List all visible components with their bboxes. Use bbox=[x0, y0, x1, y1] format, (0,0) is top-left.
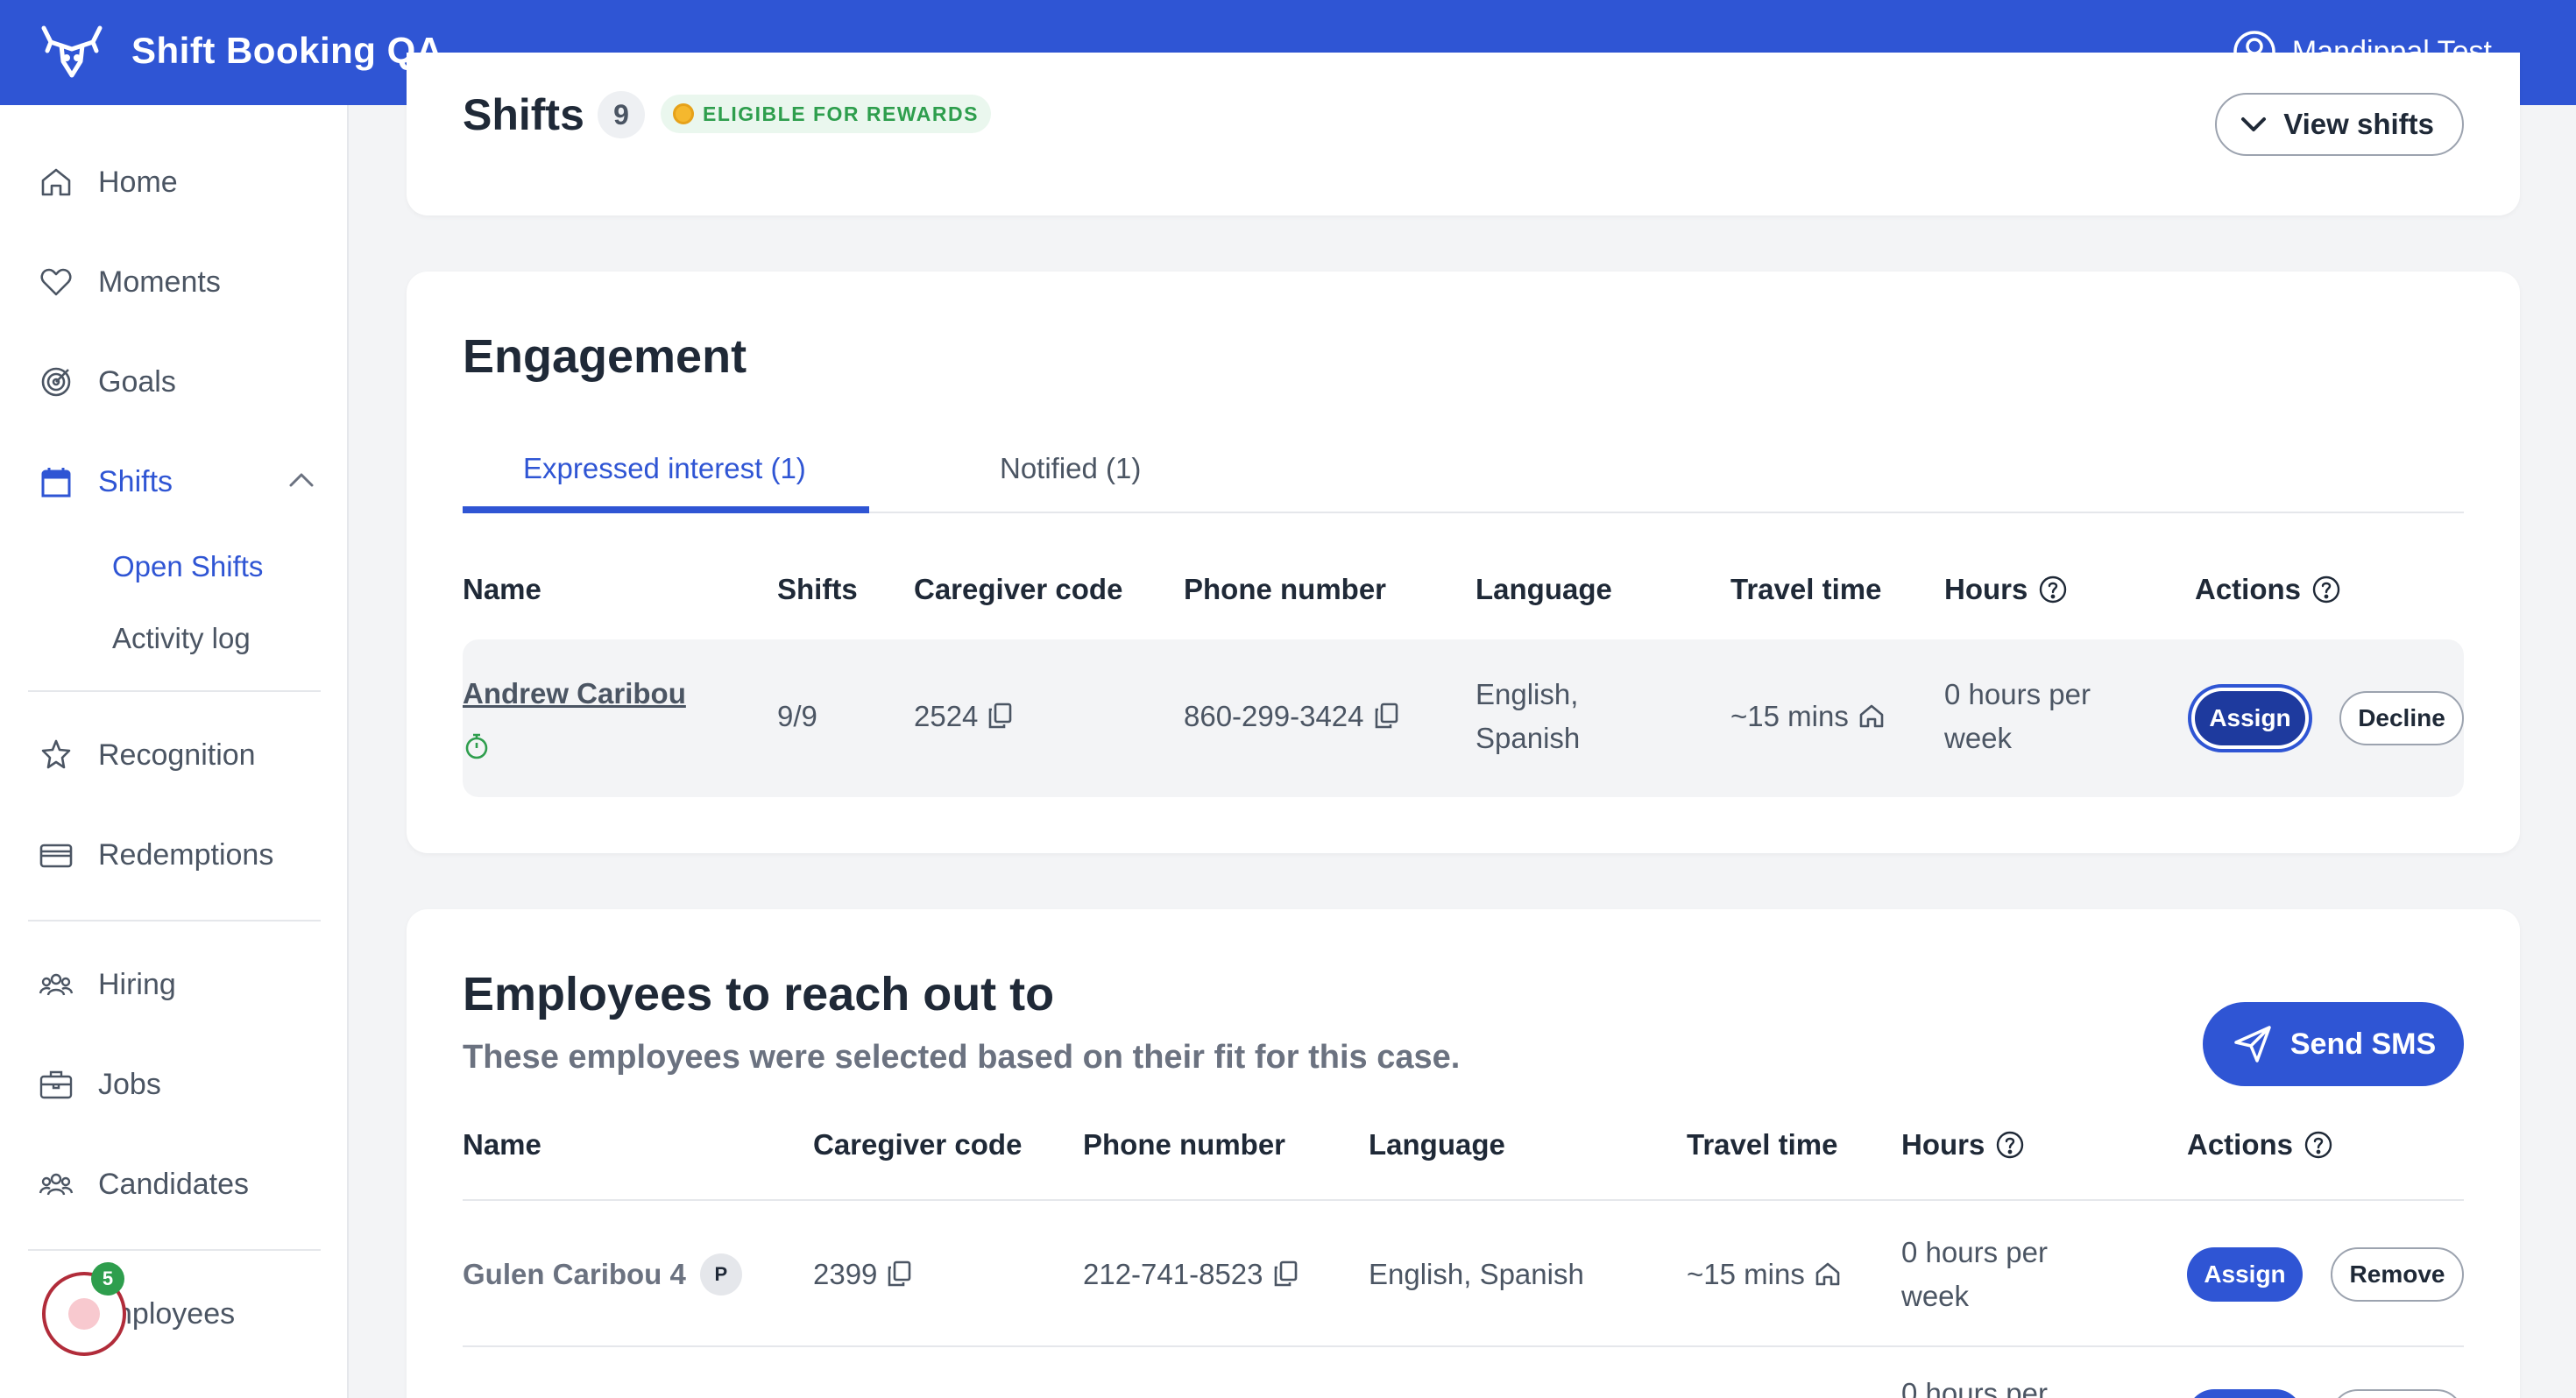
caregiver-code-cell: 2524 bbox=[914, 695, 1013, 738]
sidebar: Home Moments Goals Shifts Open Shifts Ac… bbox=[0, 105, 349, 1398]
sidebar-item-home[interactable]: Home bbox=[39, 156, 178, 208]
sidebar-item-shifts[interactable]: Shifts bbox=[39, 455, 173, 508]
chevron-down-icon bbox=[2241, 117, 2267, 131]
home-icon bbox=[1815, 1262, 1840, 1286]
column-header-travel-time: Travel time bbox=[1687, 1128, 1838, 1161]
column-header-travel-time: Travel time bbox=[1730, 573, 1882, 605]
travel-time-cell: ~15 mins bbox=[1687, 1253, 1842, 1296]
phone-cell: 212-741-8523 bbox=[1083, 1253, 1299, 1296]
sidebar-divider bbox=[28, 920, 321, 921]
shifts-count-badge: 9 bbox=[598, 91, 645, 138]
target-icon bbox=[41, 367, 71, 397]
sidebar-divider bbox=[28, 690, 321, 692]
reach-out-title: Employees to reach out to bbox=[463, 968, 1055, 1020]
copy-icon[interactable] bbox=[987, 702, 1013, 730]
sidebar-subitem-activity-log[interactable]: Activity log bbox=[112, 622, 251, 655]
reach-out-subtitle: These employees were selected based on t… bbox=[463, 1039, 1461, 1076]
column-header-phone: Phone number bbox=[1083, 1128, 1286, 1161]
people-icon bbox=[39, 973, 74, 996]
column-header-phone: Phone number bbox=[1184, 573, 1387, 605]
row-divider bbox=[463, 1199, 2464, 1201]
column-header-hours: Hours bbox=[1901, 1128, 2025, 1161]
sidebar-item-goals[interactable]: Goals bbox=[39, 356, 176, 408]
rewards-badge: ELIGIBLE FOR REWARDS bbox=[661, 95, 991, 133]
column-header-name: Name bbox=[463, 573, 541, 605]
briefcase-icon bbox=[39, 1070, 73, 1099]
send-icon bbox=[2234, 1026, 2271, 1063]
sidebar-divider bbox=[28, 1249, 321, 1251]
active-tab-indicator bbox=[463, 506, 869, 513]
remove-button[interactable]: Remove bbox=[2331, 1247, 2464, 1302]
people-icon bbox=[39, 1173, 74, 1196]
home-icon bbox=[1859, 704, 1884, 728]
timer-icon bbox=[465, 733, 488, 759]
shifts-card: Shifts 9 ELIGIBLE FOR REWARDS View shift… bbox=[407, 53, 2520, 215]
engagement-card: Engagement Expressed interest (1) Notifi… bbox=[407, 272, 2520, 853]
calendar-icon bbox=[41, 468, 71, 498]
home-icon bbox=[41, 168, 71, 196]
sidebar-item-recognition[interactable]: Recognition bbox=[39, 729, 256, 781]
copy-icon[interactable] bbox=[1373, 702, 1399, 730]
star-icon bbox=[41, 739, 71, 769]
column-header-hours: Hours bbox=[1944, 573, 2068, 606]
sidebar-item-employees[interactable]: nployees bbox=[116, 1288, 235, 1340]
phone-cell: 860-299-3424 bbox=[1184, 695, 1399, 738]
sidebar-item-redemptions[interactable]: Redemptions bbox=[39, 829, 273, 881]
column-header-name: Name bbox=[463, 1128, 541, 1161]
help-icon[interactable] bbox=[1995, 1130, 2025, 1160]
travel-time-cell: ~15 mins bbox=[1730, 695, 1886, 738]
chevron-up-icon[interactable] bbox=[286, 464, 317, 496]
remove-button[interactable] bbox=[2331, 1389, 2464, 1398]
decline-button[interactable]: Decline bbox=[2339, 691, 2464, 745]
view-shifts-button[interactable]: View shifts bbox=[2215, 93, 2464, 156]
coin-icon bbox=[673, 103, 694, 124]
column-header-language: Language bbox=[1476, 573, 1612, 605]
table-row bbox=[463, 639, 2464, 797]
widget-dot bbox=[68, 1298, 100, 1330]
assign-button[interactable]: Assign bbox=[2195, 691, 2305, 745]
hours-cell: 0 hours per week bbox=[1944, 678, 2091, 754]
credit-card-icon bbox=[39, 844, 73, 868]
help-icon[interactable] bbox=[2311, 575, 2341, 604]
shifts-title: Shifts bbox=[463, 90, 584, 139]
sidebar-item-moments[interactable]: Moments bbox=[39, 256, 221, 308]
column-header-caregiver-code: Caregiver code bbox=[813, 1128, 1023, 1161]
column-header-language: Language bbox=[1369, 1128, 1505, 1161]
row-divider bbox=[463, 1345, 2464, 1347]
column-header-caregiver-code: Caregiver code bbox=[914, 573, 1123, 605]
send-sms-button[interactable]: Send SMS bbox=[2203, 1002, 2464, 1086]
reach-out-card: Employees to reach out to These employee… bbox=[407, 909, 2520, 1398]
language-cell: English, Spanish bbox=[1476, 678, 1581, 754]
sidebar-item-hiring[interactable]: Hiring bbox=[39, 958, 176, 1011]
sidebar-subitem-open-shifts[interactable]: Open Shifts bbox=[112, 550, 263, 583]
shifts-value: 9/9 bbox=[777, 700, 817, 732]
app-title: Shift Booking QA bbox=[131, 30, 443, 71]
engagement-title: Engagement bbox=[463, 330, 747, 383]
language-cell: English, Spanish bbox=[1369, 1258, 1584, 1290]
sidebar-item-candidates[interactable]: Candidates bbox=[39, 1158, 249, 1211]
copy-icon[interactable] bbox=[1272, 1260, 1299, 1288]
column-header-actions: Actions bbox=[2187, 1128, 2333, 1161]
hours-cell: 0 hours per week bbox=[1901, 1236, 2048, 1312]
help-icon[interactable] bbox=[2038, 575, 2068, 604]
help-icon[interactable] bbox=[2304, 1130, 2333, 1160]
employee-name-link[interactable]: Andrew Caribou bbox=[463, 672, 686, 716]
column-header-shifts: Shifts bbox=[777, 573, 858, 605]
sidebar-item-jobs[interactable]: Jobs bbox=[39, 1058, 161, 1111]
heart-icon bbox=[40, 268, 72, 296]
copy-icon[interactable] bbox=[886, 1260, 912, 1288]
column-header-actions: Actions bbox=[2195, 573, 2341, 606]
employee-name[interactable]: Gulen Caribou 4P bbox=[463, 1253, 742, 1296]
caregiver-code-cell: 2399 bbox=[813, 1253, 912, 1296]
tab-notified[interactable]: Notified (1) bbox=[1000, 452, 1141, 485]
assign-button[interactable]: Assign bbox=[2187, 1247, 2303, 1302]
assign-button[interactable] bbox=[2187, 1389, 2303, 1398]
p-badge: P bbox=[699, 1253, 742, 1296]
notification-badge: 5 bbox=[91, 1262, 124, 1296]
deer-logo-icon[interactable] bbox=[39, 23, 105, 81]
tab-expressed-interest[interactable]: Expressed interest (1) bbox=[523, 452, 806, 485]
hours-cell: 0 hours per bbox=[1901, 1377, 2048, 1398]
